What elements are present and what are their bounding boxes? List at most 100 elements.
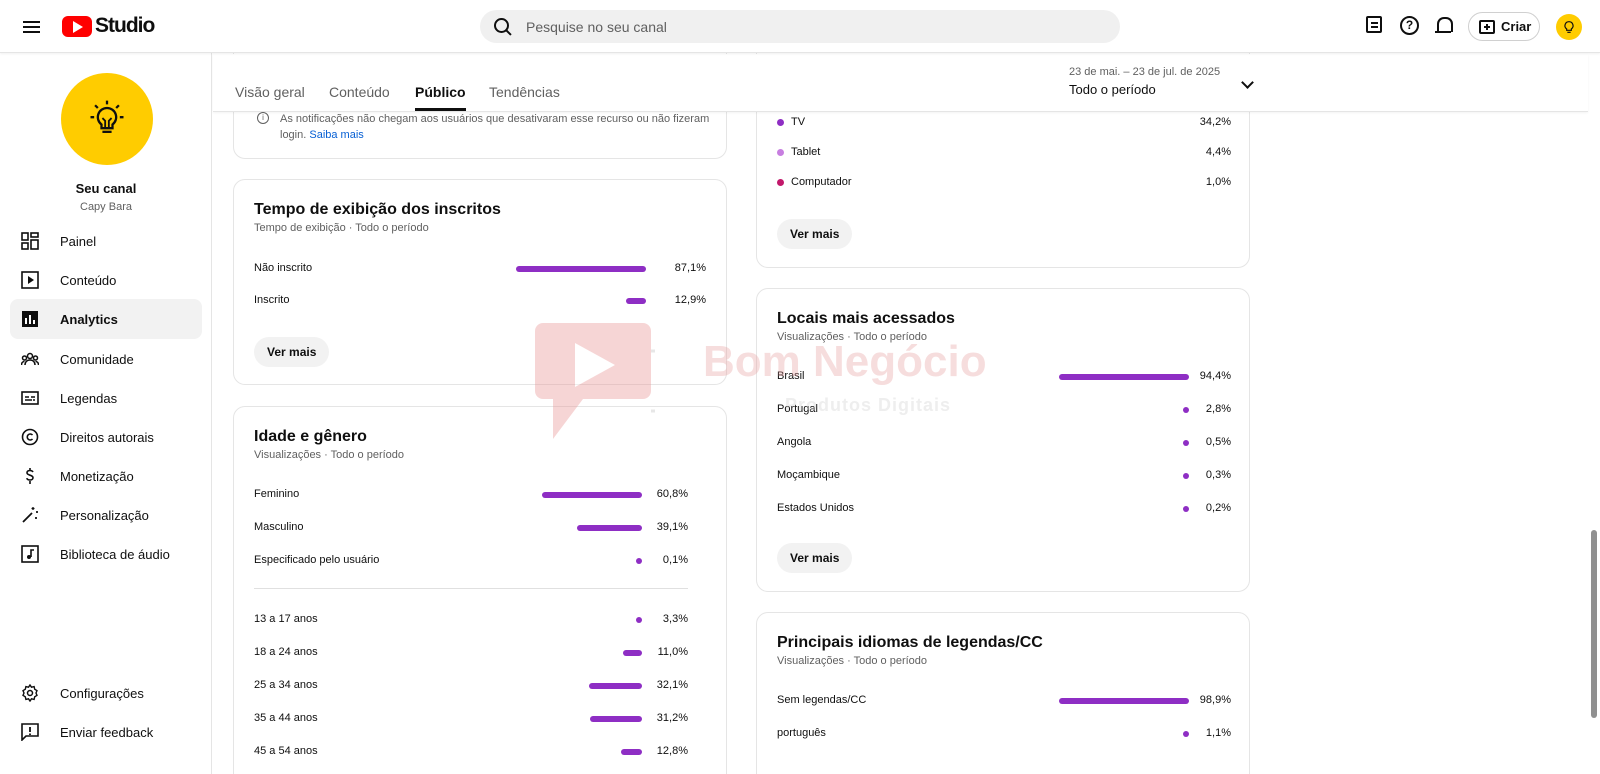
list-item: Não inscrito 87,1% bbox=[254, 262, 706, 278]
list-item: Angola 0,5% bbox=[777, 436, 1231, 452]
tab-visao-geral[interactable]: Visão geral bbox=[235, 84, 305, 100]
list-item: Masculino 39,1% bbox=[254, 521, 688, 537]
row-percentage: 98,9% bbox=[1199, 694, 1231, 706]
tab-conteudo[interactable]: Conteúdo bbox=[329, 84, 390, 100]
menu-icon[interactable] bbox=[20, 15, 44, 39]
scrollbar-thumb[interactable] bbox=[1591, 530, 1597, 718]
list-item: Computador 1,0% bbox=[777, 176, 1231, 192]
lightbulb-icon bbox=[1564, 21, 1574, 33]
row-percentage: 1,1% bbox=[1205, 727, 1231, 739]
percentage-dot bbox=[1183, 506, 1189, 512]
row-label: 25 a 34 anos bbox=[254, 679, 318, 691]
row-label: Moçambique bbox=[777, 469, 840, 481]
create-button[interactable]: Criar bbox=[1468, 12, 1540, 41]
percentage-dot bbox=[636, 558, 642, 564]
sidebar-item-personalizacao[interactable]: Personalização bbox=[10, 495, 202, 535]
sidebar-item-painel[interactable]: Painel bbox=[10, 221, 202, 261]
sidebar-item-biblioteca-de-audio[interactable]: Biblioteca de áudio bbox=[10, 534, 202, 574]
sidebar-item-configuracoes[interactable]: Configurações bbox=[10, 673, 202, 713]
list-item: Sem legendas/CC 98,9% bbox=[777, 694, 1231, 710]
help-icon[interactable]: ? bbox=[1400, 16, 1419, 35]
analytics-icon bbox=[21, 310, 39, 328]
row-label: 18 a 24 anos bbox=[254, 646, 318, 658]
sidebar-item-label: Monetização bbox=[60, 468, 134, 484]
see-more-button[interactable]: Ver mais bbox=[777, 219, 853, 249]
card-subtitle: Visualizações · Todo o período bbox=[777, 331, 928, 343]
subtitles-icon bbox=[21, 389, 39, 407]
row-percentage: 87,1% bbox=[674, 262, 706, 274]
sidebar-item-label: Comunidade bbox=[60, 351, 134, 367]
search-icon[interactable] bbox=[494, 17, 512, 36]
row-label: Angola bbox=[777, 436, 812, 448]
sidebar-item-label: Conteúdo bbox=[60, 272, 117, 288]
sidebar-item-conteudo[interactable]: Conteúdo bbox=[10, 260, 202, 300]
card-title: Tempo de exibição dos inscritos bbox=[254, 201, 501, 218]
page-scrollbar[interactable] bbox=[1588, 54, 1600, 774]
sidebar-item-legendas[interactable]: Legendas bbox=[10, 378, 202, 418]
row-percentage: 2,8% bbox=[1205, 403, 1231, 415]
percentage-dot bbox=[636, 617, 642, 623]
row-percentage: 0,2% bbox=[1205, 502, 1231, 514]
card-subtitle: Visualizações · Todo o período bbox=[777, 655, 928, 667]
sidebar-item-label: Painel bbox=[60, 233, 97, 249]
list-item: Inscrito 12,9% bbox=[254, 294, 706, 310]
row-percentage: 11,0% bbox=[657, 646, 688, 658]
audio-library-icon bbox=[21, 545, 39, 563]
notifications-bell-icon[interactable] bbox=[1434, 16, 1454, 36]
percentage-bar bbox=[1059, 374, 1189, 380]
row-percentage: 39,1% bbox=[656, 521, 688, 533]
row-percentage: 31,2% bbox=[656, 712, 688, 724]
percentage-bar bbox=[1059, 698, 1189, 704]
percentage-bar bbox=[590, 716, 642, 722]
sidebar-item-label: Enviar feedback bbox=[60, 724, 154, 740]
sidebar: Seu canal Capy Bara Painel Conteúdo Anal… bbox=[0, 53, 212, 774]
studio-logo[interactable]: Studio bbox=[62, 13, 155, 39]
see-more-button[interactable]: Ver mais bbox=[254, 337, 330, 367]
percentage-dot bbox=[1183, 473, 1189, 479]
list-item: Estados Unidos 0,2% bbox=[777, 502, 1231, 518]
row-label: Sem legendas/CC bbox=[777, 694, 867, 706]
chevron-down-icon[interactable] bbox=[1241, 76, 1254, 89]
tab-publico[interactable]: Público bbox=[415, 84, 466, 111]
sidebar-item-comunidade[interactable]: Comunidade bbox=[10, 339, 202, 379]
row-label: TV bbox=[791, 116, 806, 128]
messages-icon[interactable] bbox=[1366, 16, 1382, 33]
sidebar-item-enviar-feedback[interactable]: Enviar feedback bbox=[10, 712, 202, 752]
learn-more-link[interactable]: Saiba mais bbox=[309, 129, 363, 141]
legend-dot bbox=[777, 149, 784, 156]
row-label: 13 a 17 anos bbox=[254, 613, 318, 625]
sidebar-item-analytics[interactable]: Analytics bbox=[10, 299, 202, 339]
percentage-dot bbox=[1183, 731, 1189, 737]
tab-tendencias[interactable]: Tendências bbox=[489, 84, 560, 100]
feedback-icon bbox=[21, 723, 39, 741]
youtube-logo-icon bbox=[62, 15, 92, 37]
date-period: Todo o período bbox=[1069, 82, 1156, 97]
list-item: TV 34,2% bbox=[777, 116, 1231, 132]
lightbulb-icon bbox=[90, 100, 124, 133]
percentage-bar bbox=[542, 492, 642, 498]
sidebar-item-label: Biblioteca de áudio bbox=[60, 546, 170, 562]
settings-icon bbox=[21, 684, 39, 702]
sidebar-item-monetizacao[interactable]: Monetização bbox=[10, 456, 202, 496]
row-percentage: 12,8% bbox=[656, 745, 688, 757]
account-avatar[interactable] bbox=[1556, 14, 1582, 40]
percentage-bar bbox=[626, 298, 646, 304]
row-label: Portugal bbox=[777, 403, 818, 415]
row-label: Não inscrito bbox=[254, 262, 313, 274]
top-bar: Studio ? Criar bbox=[0, 0, 1600, 53]
row-label: Inscrito bbox=[254, 294, 290, 306]
row-percentage: 60,8% bbox=[656, 488, 688, 500]
legend-dot bbox=[777, 119, 784, 126]
channel-avatar[interactable] bbox=[61, 73, 153, 165]
search-input[interactable] bbox=[526, 18, 1086, 35]
list-item: 18 a 24 anos 11,0% bbox=[254, 646, 688, 662]
info-icon[interactable]: i bbox=[257, 112, 269, 124]
sidebar-item-direitos-autorais[interactable]: Direitos autorais bbox=[10, 417, 202, 457]
search-bar[interactable] bbox=[480, 10, 1120, 43]
channel-name: Seu canal bbox=[75, 181, 137, 196]
row-percentage: 0,3% bbox=[1205, 469, 1231, 481]
row-label: Feminino bbox=[254, 488, 300, 500]
row-percentage: 0,1% bbox=[662, 554, 688, 566]
see-more-button[interactable]: Ver mais bbox=[777, 543, 853, 573]
row-percentage: 3,3% bbox=[662, 613, 688, 625]
